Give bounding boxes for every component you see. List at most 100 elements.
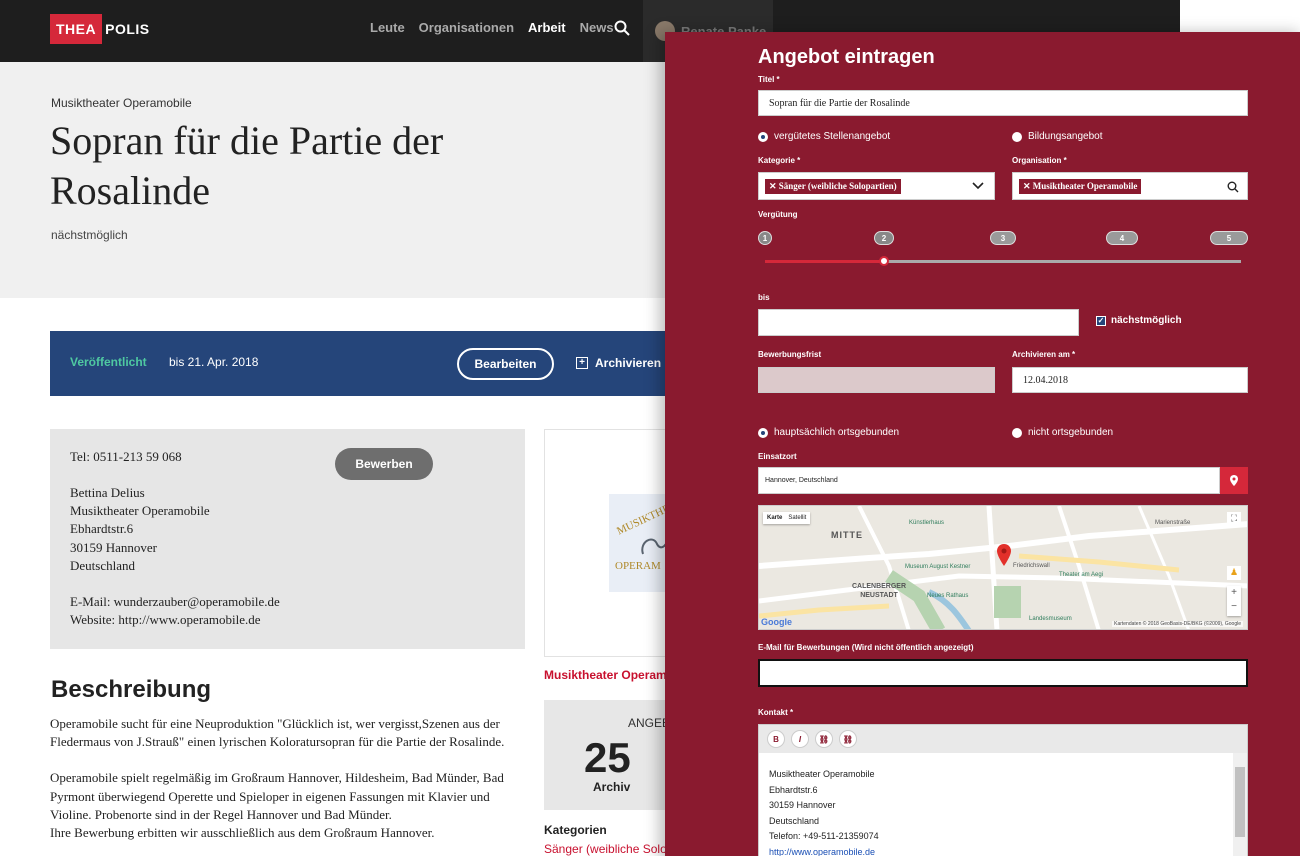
title-input[interactable]: Sopran für die Partie der Rosalinde — [758, 90, 1248, 116]
bis-input[interactable] — [758, 309, 1079, 336]
contact-country: Deutschland — [70, 557, 135, 573]
category-label: Kategorie * — [758, 156, 801, 165]
published-status: Veröffentlicht — [70, 355, 147, 369]
radio-dot — [1012, 131, 1022, 142]
contact-email[interactable]: E-Mail: wunderzauber@operamobile.de — [70, 593, 280, 611]
map-pin-icon — [1230, 475, 1238, 486]
asap-checkbox[interactable]: ✓ nächstmöglich — [1096, 315, 1182, 326]
job-organisation[interactable]: Musiktheater Operamobile — [51, 96, 192, 110]
pegman-icon[interactable]: ♟ — [1227, 566, 1241, 580]
page: THEA POLIS Leute Organisationen Arbeit N… — [0, 0, 1300, 856]
place-input[interactable]: Hannover, Deutschland — [758, 467, 1220, 494]
pay-step[interactable]: 5 — [1210, 231, 1248, 245]
radio-location-free[interactable]: nicht ortsgebunden — [1012, 427, 1113, 438]
archive-label: Archivieren — [595, 356, 662, 370]
status-bar: Veröffentlicht bis 21. Apr. 2018 Bearbei… — [50, 331, 690, 396]
map-zoom-control[interactable]: + − — [1227, 586, 1241, 616]
edit-button[interactable]: Bearbeiten — [457, 348, 554, 380]
radio-dot — [1012, 427, 1022, 438]
contact-address: Bettina Delius Musiktheater Operamobile … — [70, 484, 210, 575]
scrollbar-thumb[interactable] — [1235, 767, 1245, 837]
offer-form-panel: Angebot eintragen Titel * Sopran für die… — [665, 32, 1300, 856]
radio-paid-offer[interactable]: vergütetes Stellenangebot — [758, 131, 890, 142]
map-label: Landesmuseum — [1029, 616, 1072, 622]
map-tab-satellite[interactable]: Satellit — [788, 515, 806, 521]
stats-sub: Archiv — [593, 780, 631, 794]
contact-label: Kontakt * — [758, 708, 794, 717]
radio-dot — [758, 427, 768, 438]
nav-link-arbeit[interactable]: Arbeit — [528, 20, 566, 35]
bold-button[interactable]: B — [767, 730, 785, 748]
radio-education-offer[interactable]: Bildungsangebot — [1012, 131, 1103, 142]
editor-line: Ebhardtstr.6 — [769, 784, 818, 795]
link-icon[interactable]: ⛓ — [815, 730, 833, 748]
categories-heading: Kategorien — [544, 823, 607, 837]
deadline-input[interactable] — [758, 367, 995, 393]
category-select[interactable]: ✕ Sänger (weibliche Solopartien) — [758, 172, 995, 200]
organisation-tag-label: Musiktheater Operamobile — [1032, 181, 1138, 191]
archive-date-label: Archivieren am * — [1012, 350, 1076, 359]
zoom-in-icon[interactable]: + — [1227, 586, 1241, 600]
nav-link-news[interactable]: News — [580, 20, 614, 35]
category-tag[interactable]: ✕ Sänger (weibliche Solopartien) — [765, 178, 901, 194]
contact-city: 30159 Hannover — [70, 539, 158, 555]
pay-step[interactable]: 3 — [990, 231, 1016, 245]
radio-dot — [758, 131, 768, 142]
search-icon[interactable] — [614, 20, 630, 36]
category-link[interactable]: Sänger (weibliche Solo — [544, 842, 667, 856]
map-label: Künstlerhaus — [909, 520, 945, 526]
map-attribution: Kartendaten © 2018 GeoBasis-DE/BKG (©200… — [1112, 621, 1243, 627]
contact-editor[interactable]: B I ⛓ ⛓ Musiktheater Operamobile Ebhardt… — [758, 724, 1248, 856]
editor-line: Musiktheater Operamobile — [769, 769, 875, 779]
map-tab-map[interactable]: Karte — [767, 515, 782, 521]
organisation-card[interactable]: MUSIKTHE OPERAM — [544, 429, 689, 657]
editor-line: Deutschland — [769, 815, 820, 826]
pay-step[interactable]: 1 — [758, 231, 772, 245]
location-map[interactable]: Karte Satellit Mitte Calenberger Neustad… — [758, 505, 1248, 630]
map-label: Museum August Kestner — [905, 564, 971, 570]
fullscreen-icon[interactable]: ⛶ — [1227, 512, 1241, 526]
italic-button[interactable]: I — [791, 730, 809, 748]
editor-content[interactable]: Musiktheater Operamobile Ebhardtstr.6 30… — [759, 753, 1247, 856]
map-label: Mitte — [831, 530, 863, 540]
email-input[interactable] — [758, 659, 1248, 687]
description-paragraph: Ihre Bewerbung erbitten wir ausschließli… — [50, 825, 435, 841]
logo-mark: THEA — [50, 14, 103, 44]
pay-slider-handle[interactable] — [879, 256, 889, 266]
google-logo: Google — [761, 617, 792, 627]
nav-link-leute[interactable]: Leute — [370, 20, 405, 35]
pay-slider-fill — [765, 260, 884, 263]
apply-button[interactable]: Bewerben — [335, 448, 433, 480]
theapolis-logo[interactable]: THEA POLIS — [50, 13, 150, 45]
archive-button[interactable]: + Archivieren — [576, 356, 661, 370]
bis-label: bis — [758, 293, 770, 302]
archive-date-input[interactable]: 12.04.2018 — [1012, 367, 1248, 393]
unlink-icon[interactable]: ⛓ — [839, 730, 857, 748]
map-type-control[interactable]: Karte Satellit — [763, 512, 811, 524]
editor-link[interactable]: http://www.operamobile.de — [769, 845, 1237, 856]
pay-step[interactable]: 4 — [1106, 231, 1138, 245]
logo-text: POLIS — [105, 21, 150, 37]
contact-website[interactable]: Website: http://www.operamobile.de — [70, 611, 280, 629]
map-label: Marienstraße — [1155, 520, 1191, 526]
contact-box: Tel: 0511-213 59 068 Bewerben Bettina De… — [50, 429, 525, 649]
chevron-down-icon[interactable] — [972, 182, 984, 190]
editor-line: 30159 Hannover — [769, 800, 836, 810]
zoom-out-icon[interactable]: − — [1227, 600, 1241, 614]
organisation-select[interactable]: ✕ Musiktheater Operamobile — [1012, 172, 1248, 200]
editor-line: Telefon: +49-511-21359074 — [769, 831, 879, 841]
editor-scrollbar[interactable] — [1233, 753, 1247, 856]
pay-slider-track[interactable] — [765, 260, 1241, 263]
organisation-tag[interactable]: ✕ Musiktheater Operamobile — [1019, 178, 1142, 194]
search-icon[interactable] — [1227, 181, 1239, 193]
organisation-link[interactable]: Musiktheater Operam — [544, 668, 667, 682]
map-marker-icon[interactable] — [997, 544, 1011, 566]
map-label: Neues Rathaus — [927, 593, 969, 599]
description-paragraph: Operamobile spielt regelmäßig im Großrau… — [50, 770, 504, 822]
pay-step[interactable]: 2 — [874, 231, 894, 245]
organisation-label: Organisation * — [1012, 156, 1067, 165]
radio-location-bound[interactable]: hauptsächlich ortsgebunden — [758, 427, 899, 438]
nav-link-organisationen[interactable]: Organisationen — [419, 20, 514, 35]
location-button[interactable] — [1220, 467, 1248, 494]
title-label: Titel * — [758, 75, 780, 84]
